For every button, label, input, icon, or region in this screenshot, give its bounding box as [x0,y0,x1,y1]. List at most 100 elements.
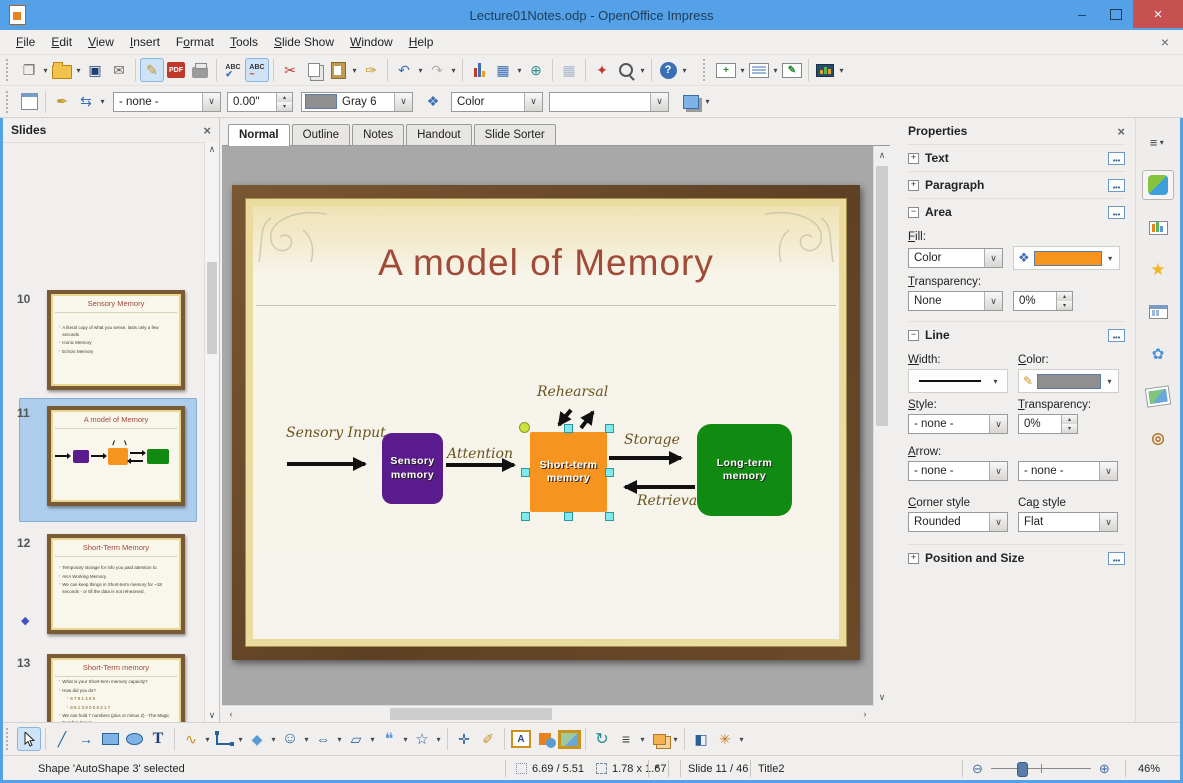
undo-button[interactable]: ↶ [392,58,416,82]
toolbar-grip[interactable] [6,90,12,113]
scroll-up-icon[interactable]: ∧ [875,148,889,162]
slide-thumbnail-10[interactable]: Sensory Memory A literal copy of what yo… [47,290,185,390]
scroll-down-icon[interactable]: ∨ [205,708,219,722]
arrow-style-button[interactable]: ⇆ [74,90,98,114]
arrow-tool[interactable]: → [74,727,98,751]
email-button[interactable]: ✉ [107,58,131,82]
toolbar-grip[interactable] [6,728,12,750]
insert-table-button[interactable]: ▦ [491,58,515,82]
symbol-shapes-tool[interactable]: ☺ [278,727,302,751]
rectangle-tool[interactable] [98,727,122,751]
chevron-down-icon[interactable]: ∨ [524,92,542,111]
fill-button[interactable]: ❖ [421,90,445,114]
toolbar-options-icon[interactable]: ▾ [680,66,689,75]
chevron-down-icon[interactable]: ∨ [989,415,1007,433]
chevron-down-icon[interactable]: ∨ [989,462,1007,480]
toolbar-options-icon[interactable]: ▾ [703,97,712,106]
chevron-down-icon[interactable]: ▾ [269,735,278,744]
extrusion-button[interactable]: ◧ [689,727,713,751]
menu-insert[interactable]: Insert [122,31,168,53]
toolbar-grip[interactable] [703,59,709,81]
tab-properties[interactable] [1142,170,1174,200]
arrow-start-select[interactable]: - none - ∨ [908,461,1008,481]
chevron-down-icon[interactable]: ▾ [335,735,344,744]
collapse-icon[interactable]: − [908,206,919,218]
print-button[interactable] [188,58,212,82]
dialog-launcher-icon[interactable]: ••• [1108,551,1125,565]
new-document-button[interactable]: ❐ [17,58,41,82]
block-arrows-tool[interactable]: ⇔ [311,727,335,751]
selection-handle[interactable] [605,468,614,477]
vertical-scrollbar[interactable]: ∧ ∨ [873,146,890,706]
export-pdf-button[interactable]: PDF [164,58,188,82]
edit-points-button[interactable]: ✛ [452,727,476,751]
toolbar-grip[interactable] [6,59,12,81]
transparency-type-select[interactable]: None ∨ [908,291,1003,311]
scrollbar-thumb[interactable] [207,262,217,354]
line-button[interactable]: ✒ [50,90,74,114]
zoom-out-icon[interactable]: ⊖ [972,761,983,777]
chevron-down-icon[interactable]: ▾ [515,66,524,75]
tab-master-pages[interactable] [1143,298,1173,326]
slide-template-status[interactable]: Title2 [758,756,785,781]
dialog-launcher-icon[interactable]: ••• [1108,205,1125,219]
toolbar-options-icon[interactable]: ▾ [737,735,746,744]
fill-type-select[interactable]: Color ∨ [451,91,543,112]
chevron-down-icon[interactable]: ▾ [203,735,212,744]
help-button[interactable]: ? [656,58,680,82]
section-text[interactable]: + Text ••• [908,144,1125,171]
sidebar-menu-button[interactable]: ≡ ▾ [1143,128,1173,156]
slide-show-button[interactable] [813,58,837,82]
connector-tool[interactable] [212,727,236,751]
tab-slide-sorter[interactable]: Slide Sorter [473,124,556,145]
chevron-down-icon[interactable]: ∨ [394,92,412,111]
selection-handle[interactable] [564,512,573,521]
spin-up-icon[interactable]: ▴ [1057,292,1072,301]
text-tool[interactable]: T [146,727,170,751]
flowchart-tool[interactable]: ▱ [344,727,368,751]
tab-normal[interactable]: Normal [228,124,290,146]
line-width-spinner[interactable]: 0.00" ▴ ▾ [227,91,293,112]
tab-gallery[interactable] [1143,382,1173,410]
chevron-down-icon[interactable]: ∨ [984,292,1002,310]
edit-mode-button[interactable]: ✎ [140,58,164,82]
chevron-down-icon[interactable]: ▾ [638,66,647,75]
chevron-down-icon[interactable]: ▾ [41,66,50,75]
zoom-slider-thumb[interactable] [1016,762,1028,777]
tab-slide-transition[interactable] [1143,214,1173,242]
insert-chart-button[interactable] [467,58,491,82]
maximize-button[interactable] [1099,0,1133,28]
insert-picture-button[interactable] [557,727,581,751]
menu-tools[interactable]: Tools [222,31,266,53]
slide-layout-button[interactable] [747,58,771,82]
toolbar-options-icon[interactable]: ▾ [837,66,846,75]
chevron-down-icon[interactable]: ∨ [202,92,220,111]
redo-button[interactable]: ↷ [425,58,449,82]
menu-view[interactable]: View [80,31,122,53]
cut-button[interactable]: ✂ [278,58,302,82]
line-style-select[interactable]: - none - ∨ [113,91,221,112]
minimize-button[interactable]: – [1065,0,1099,28]
slide-thumbnail-13[interactable]: Short-Term memory What is your Short-ter… [47,654,185,722]
chevron-down-icon[interactable]: ▾ [434,735,443,744]
menu-edit[interactable]: Edit [43,31,80,53]
copy-button[interactable] [302,58,326,82]
spin-up-icon[interactable]: ▴ [277,92,292,102]
chevron-down-icon[interactable]: ▾ [350,66,359,75]
ellipse-tool[interactable] [122,727,146,751]
corner-style-select[interactable]: Rounded ∨ [908,512,1008,532]
scroll-up-icon[interactable]: ∧ [205,142,219,156]
zoom-percentage[interactable]: 46% [1138,756,1160,781]
dialog-launcher-icon[interactable]: ••• [1108,151,1125,165]
horizontal-scrollbar[interactable]: ‹ › [222,705,874,722]
save-button[interactable]: ▣ [83,58,107,82]
basic-shapes-tool[interactable]: ◆ [245,727,269,751]
long-term-memory-box[interactable]: Long-term memory [697,424,792,516]
chevron-down-icon[interactable]: ▾ [401,735,410,744]
transparency-spinner[interactable]: 0% ▴ ▾ [1013,291,1073,311]
close-icon[interactable]: × [203,123,211,138]
arrange-button[interactable] [647,727,671,751]
expand-icon[interactable]: + [908,152,919,164]
area-fill-type-select[interactable]: Color ∨ [908,248,1003,268]
spin-up-icon[interactable]: ▴ [1062,415,1077,424]
